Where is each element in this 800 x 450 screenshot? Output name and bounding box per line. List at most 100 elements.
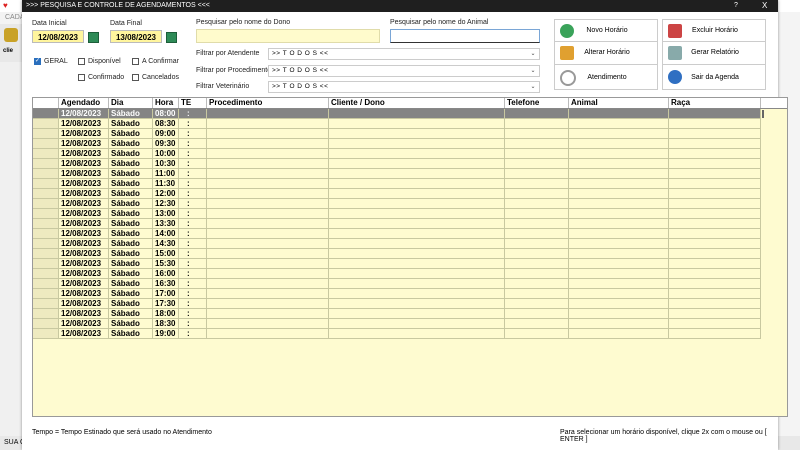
cell-te: : [179,189,207,199]
table-row[interactable]: 12/08/2023 Sábado 16:30: [33,279,787,289]
cell-raca [669,299,761,309]
col-telefone[interactable]: Telefone [505,98,569,108]
cell-te: : [179,169,207,179]
table-row[interactable]: 12/08/2023 Sábado 10:30: [33,159,787,169]
cell-telefone [505,119,569,129]
disponivel-checkbox[interactable] [78,58,85,65]
col-raca[interactable]: Raça [669,98,761,108]
table-row[interactable]: 12/08/2023 Sábado 11:30: [33,179,787,189]
cell-hora: 19:00 [153,329,179,339]
table-row[interactable]: 12/08/2023 Sábado 18:00: [33,309,787,319]
table-row[interactable]: 12/08/2023 Sábado 13:00: [33,209,787,219]
table-row[interactable]: 12/08/2023 Sábado 08:30: [33,119,787,129]
excluir-horario-button[interactable]: Excluir Horário [662,19,766,43]
table-row[interactable]: 12/08/2023 Sábado 09:00: [33,129,787,139]
sair-agenda-button[interactable]: Sair da Agenda [662,64,766,90]
table-row[interactable]: 12/08/2023 Sábado 11:00: [33,169,787,179]
table-row[interactable]: 12/08/2023 Sábado 13:30: [33,219,787,229]
cell-cliente [329,199,505,209]
row-indicator [33,189,59,199]
agendamentos-grid[interactable]: Agendado Dia Hora TE Procedimento Client… [32,97,788,417]
col-dia[interactable]: Dia [109,98,153,108]
veterinario-select[interactable]: >> T O D O S << ⌄ [268,81,540,93]
cell-dia: Sábado [109,289,153,299]
dialog-titlebar: >>> PESQUISA E CONTROLE DE AGENDAMENTOS … [22,0,778,12]
novo-horario-button[interactable]: Novo Horário [554,19,658,43]
cell-raca [669,199,761,209]
cell-dia: Sábado [109,119,153,129]
cancelados-checkbox[interactable] [132,74,139,81]
table-row[interactable]: 12/08/2023 Sábado 14:00: [33,229,787,239]
cell-agendado: 12/08/2023 [59,109,109,119]
dono-search-input[interactable] [196,29,380,43]
row-indicator [33,259,59,269]
table-row[interactable]: 12/08/2023 Sábado 10:00: [33,149,787,159]
cell-dia: Sábado [109,259,153,269]
cell-dia: Sábado [109,129,153,139]
cell-raca [669,169,761,179]
cell-cliente [329,129,505,139]
table-row[interactable]: 12/08/2023 Sábado 17:30: [33,299,787,309]
close-button[interactable]: X [762,0,767,12]
row-indicator [33,199,59,209]
cell-hora: 15:30 [153,259,179,269]
cell-dia: Sábado [109,139,153,149]
col-procedimento[interactable]: Procedimento [207,98,329,108]
cell-te: : [179,159,207,169]
table-row[interactable]: 12/08/2023 Sábado 08:00: [33,109,787,119]
a-confirmar-checkbox[interactable] [132,58,139,65]
cell-hora: 18:00 [153,309,179,319]
cell-raca [669,239,761,249]
table-row[interactable]: 12/08/2023 Sábado 16:00: [33,269,787,279]
cell-raca [669,189,761,199]
table-row[interactable]: 12/08/2023 Sábado 17:00: [33,289,787,299]
table-row[interactable]: 12/08/2023 Sábado 15:00: [33,249,787,259]
table-row[interactable]: 12/08/2023 Sábado 12:30: [33,199,787,209]
col-animal[interactable]: Animal [569,98,669,108]
table-row[interactable]: 12/08/2023 Sábado 18:30: [33,319,787,329]
cell-cliente [329,209,505,219]
scrollbar-thumb[interactable] [762,110,764,118]
data-final-field[interactable]: 13/08/2023 [110,30,162,43]
sair-agenda-label: Sair da Agenda [691,74,739,81]
calendar-icon[interactable] [166,32,177,43]
table-row[interactable]: 12/08/2023 Sábado 12:00: [33,189,787,199]
atendente-value: >> T O D O S << [272,50,329,57]
cell-agendado: 12/08/2023 [59,139,109,149]
gerar-relatorio-button[interactable]: Gerar Relatório [662,41,766,65]
cell-dia: Sábado [109,239,153,249]
cell-te: : [179,289,207,299]
cell-animal [569,159,669,169]
cell-te: : [179,309,207,319]
table-row[interactable]: 12/08/2023 Sábado 15:30: [33,259,787,269]
geral-checkbox[interactable] [34,57,41,65]
confirmado-checkbox[interactable] [78,74,85,81]
cell-raca [669,229,761,239]
cell-dia: Sábado [109,199,153,209]
col-agendado[interactable]: Agendado [59,98,109,108]
calendar-icon[interactable] [88,32,99,43]
animal-search-input[interactable] [390,29,540,43]
atendimento-button[interactable]: Atendimento [554,64,658,90]
table-row[interactable]: 12/08/2023 Sábado 14:30: [33,239,787,249]
cell-cliente [329,239,505,249]
alterar-horario-label: Alterar Horário [584,49,630,56]
cell-agendado: 12/08/2023 [59,209,109,219]
col-te[interactable]: TE [179,98,207,108]
help-button[interactable]: ? [734,0,738,12]
vertical-scrollbar[interactable] [761,109,767,416]
dialog-title: >>> PESQUISA E CONTROLE DE AGENDAMENTOS … [26,2,210,9]
client-toolbar-label[interactable]: clie [3,48,13,54]
data-inicial-field[interactable]: 12/08/2023 [32,30,84,43]
cell-raca [669,209,761,219]
cell-agendado: 12/08/2023 [59,279,109,289]
client-toolbar-icon[interactable] [4,28,18,42]
table-row[interactable]: 12/08/2023 Sábado 19:00: [33,329,787,339]
alterar-horario-button[interactable]: Alterar Horário [554,41,658,65]
procedimento-select[interactable]: >> T O D O S << ⌄ [268,65,540,77]
col-cliente[interactable]: Cliente / Dono [329,98,505,108]
col-hora[interactable]: Hora [153,98,179,108]
cell-te: : [179,209,207,219]
table-row[interactable]: 12/08/2023 Sábado 09:30: [33,139,787,149]
atendente-select[interactable]: >> T O D O S << ⌄ [268,48,540,60]
